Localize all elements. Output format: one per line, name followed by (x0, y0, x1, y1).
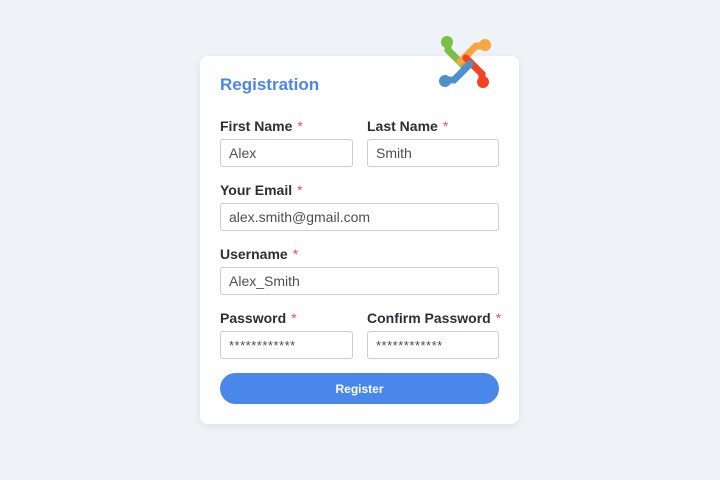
confirm-password-label-text: Confirm Password (367, 310, 491, 326)
joomla-logo-icon (439, 36, 491, 88)
first-name-label-text: First Name (220, 118, 293, 134)
email-label-text: Your Email (220, 182, 293, 198)
required-marker: * (291, 310, 297, 326)
registration-card (200, 56, 519, 424)
last-name-label: Last Name * (367, 117, 448, 135)
password-label-text: Password (220, 310, 287, 326)
required-marker: * (297, 118, 303, 134)
username-label-text: Username (220, 246, 288, 262)
first-name-label: First Name * (220, 117, 303, 135)
register-button[interactable]: Register (220, 373, 499, 404)
last-name-input[interactable] (367, 139, 499, 167)
password-label: Password * (220, 309, 297, 327)
form-title: Registration (220, 75, 320, 94)
first-name-input[interactable] (220, 139, 353, 167)
required-marker: * (495, 310, 502, 326)
required-marker: * (297, 182, 303, 198)
confirm-password-input[interactable] (367, 331, 499, 359)
username-input[interactable] (220, 267, 499, 295)
password-input[interactable] (220, 331, 353, 359)
email-input[interactable] (220, 203, 499, 231)
last-name-label-text: Last Name (367, 118, 438, 134)
username-label: Username * (220, 245, 298, 263)
email-label: Your Email * (220, 181, 303, 199)
required-marker: * (292, 246, 299, 262)
required-marker: * (442, 118, 449, 134)
confirm-password-label: Confirm Password * (367, 309, 501, 327)
